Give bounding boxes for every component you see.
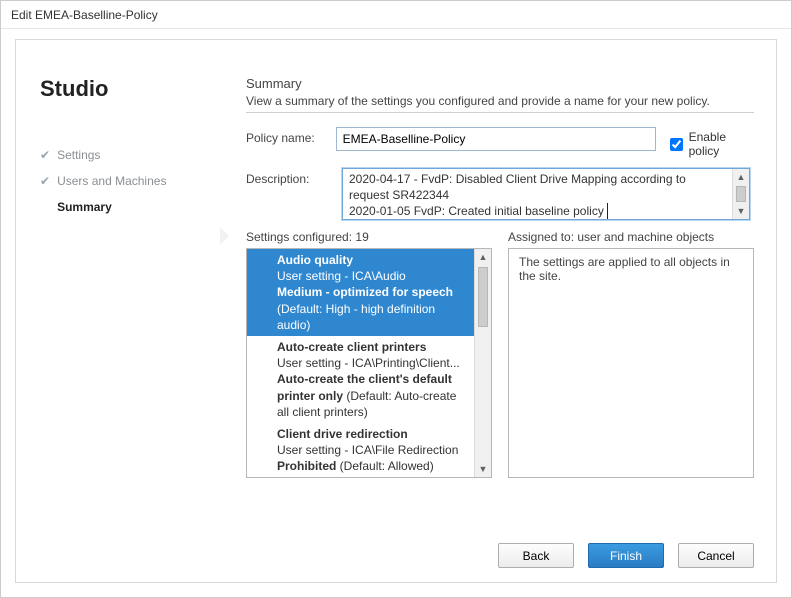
settings-heading: Settings configured: 19 (246, 230, 492, 244)
setting-path: User setting - ICA\File Redirection (277, 442, 464, 458)
setting-item[interactable]: Auto-create client printersUser setting … (247, 336, 474, 423)
step-summary[interactable]: ✔ Summary (40, 200, 206, 214)
setting-path: User setting - ICA\Audio (277, 268, 464, 284)
settings-column: Settings configured: 19 Audio qualityUse… (246, 230, 492, 478)
wizard-button-row: Back Finish Cancel (498, 543, 754, 568)
main-content: Summary View a summary of the settings y… (224, 40, 776, 582)
setting-name: Auto-create client printers (277, 339, 464, 355)
description-scrollbar[interactable]: ▲ ▼ (732, 169, 749, 219)
assigned-box: The settings are applied to all objects … (508, 248, 754, 478)
page-heading: Summary (246, 76, 754, 91)
enable-policy-label: Enable policy (689, 130, 754, 158)
setting-path: User setting - ICA\Printing\Client... (277, 355, 464, 371)
setting-name: Client drive redirection (277, 426, 464, 442)
enable-policy-checkbox[interactable] (670, 138, 683, 151)
finish-button[interactable]: Finish (588, 543, 664, 568)
assigned-column: Assigned to: user and machine objects Th… (508, 230, 754, 478)
dialog-panel: Studio ✔ Settings ✔ Users and Machines ✔… (15, 39, 777, 583)
settings-listbox[interactable]: Audio qualityUser setting - ICA\AudioMed… (246, 248, 492, 478)
window-title: Edit EMEA-Baselline-Policy (11, 8, 158, 22)
setting-item[interactable]: Audio qualityUser setting - ICA\AudioMed… (247, 249, 474, 336)
description-label: Description: (246, 168, 342, 186)
step-label: Settings (57, 148, 100, 162)
check-icon: ✔ (40, 175, 50, 187)
step-label: Summary (57, 200, 112, 214)
divider (246, 112, 754, 113)
check-icon: ✔ (40, 149, 50, 161)
policy-name-row: Policy name: Enable policy (246, 127, 754, 158)
scroll-up-icon[interactable]: ▲ (733, 169, 749, 185)
step-users-machines[interactable]: ✔ Users and Machines (40, 174, 206, 188)
description-input[interactable]: 2020-04-17 - FvdP: Disabled Client Drive… (342, 168, 750, 220)
setting-item[interactable]: Client drive redirectionUser setting - I… (247, 423, 474, 477)
window-titlebar: Edit EMEA-Baselline-Policy (1, 1, 791, 29)
assigned-body: The settings are applied to all objects … (519, 255, 730, 283)
settings-list-inner: Audio qualityUser setting - ICA\AudioMed… (247, 249, 474, 477)
text-caret (604, 203, 608, 219)
policy-name-input[interactable] (336, 127, 656, 151)
scroll-thumb[interactable] (478, 267, 488, 327)
setting-name: Audio quality (277, 252, 464, 268)
settings-scrollbar[interactable]: ▲ ▼ (474, 249, 491, 477)
setting-value: Medium - optimized for speech (Default: … (277, 284, 464, 333)
summary-columns: Settings configured: 19 Audio qualityUse… (246, 230, 754, 478)
setting-value: Prohibited (Default: Allowed) (277, 458, 464, 474)
cancel-button[interactable]: Cancel (678, 543, 754, 568)
step-settings[interactable]: ✔ Settings (40, 148, 206, 162)
description-row: Description: 2020-04-17 - FvdP: Disabled… (246, 168, 754, 220)
scroll-up-icon[interactable]: ▲ (475, 249, 491, 265)
scroll-down-icon[interactable]: ▼ (733, 203, 749, 219)
page-subheading: View a summary of the settings you confi… (246, 94, 754, 108)
scroll-down-icon[interactable]: ▼ (475, 461, 491, 477)
back-button[interactable]: Back (498, 543, 574, 568)
step-label: Users and Machines (57, 174, 166, 188)
description-text[interactable]: 2020-04-17 - FvdP: Disabled Client Drive… (343, 169, 731, 219)
setting-value: Auto-create the client's default printer… (277, 371, 464, 420)
sidebar-heading: Studio (40, 76, 206, 102)
scroll-thumb[interactable] (736, 186, 746, 202)
policy-name-label: Policy name: (246, 127, 336, 145)
scroll-track[interactable] (475, 265, 491, 461)
wizard-sidebar: Studio ✔ Settings ✔ Users and Machines ✔… (16, 40, 224, 582)
assigned-heading: Assigned to: user and machine objects (508, 230, 754, 244)
enable-policy-control[interactable]: Enable policy (670, 127, 754, 158)
